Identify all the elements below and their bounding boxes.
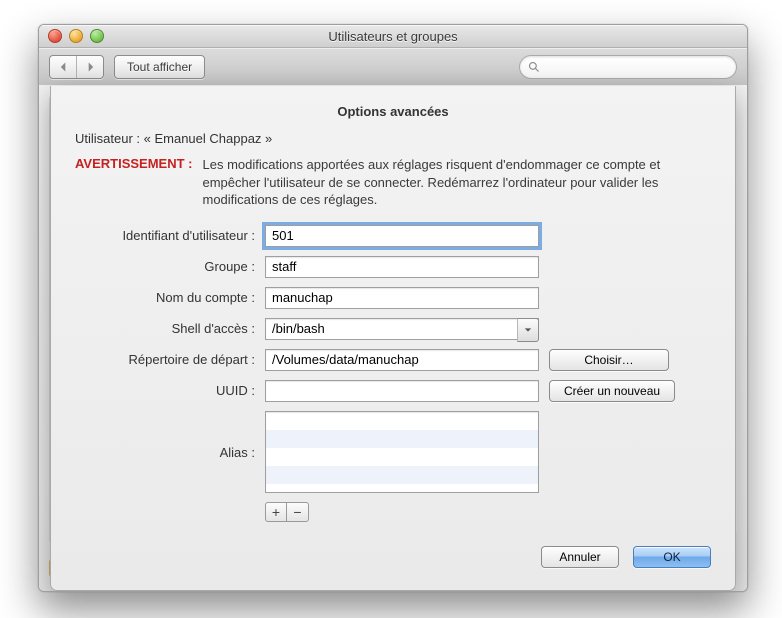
advanced-options-sheet: Options avancées Utilisateur : « Emanuel…	[50, 86, 736, 591]
search-input[interactable]	[544, 59, 728, 75]
create-new-button[interactable]: Créer un nouveau	[549, 380, 675, 402]
cancel-button[interactable]: Annuler	[541, 546, 619, 568]
traffic-lights	[39, 29, 104, 43]
user-id-label: Identifiant d'utilisateur :	[75, 228, 255, 243]
ok-button[interactable]: OK	[633, 546, 711, 568]
alias-list[interactable]	[265, 411, 539, 493]
window-title: Utilisateurs et groupes	[39, 29, 747, 44]
group-label: Groupe :	[75, 259, 255, 274]
user-id-field[interactable]	[265, 225, 539, 247]
titlebar: Utilisateurs et groupes	[39, 25, 747, 48]
zoom-icon[interactable]	[90, 29, 104, 43]
search-field[interactable]	[519, 55, 737, 79]
user-line: Utilisateur : « Emanuel Chappaz »	[75, 131, 711, 146]
login-shell-label: Shell d'accès :	[75, 321, 255, 336]
alias-add-button[interactable]: +	[265, 502, 287, 522]
alias-remove-button[interactable]: −	[287, 502, 309, 522]
forward-button[interactable]	[76, 56, 103, 78]
back-button[interactable]	[50, 56, 76, 78]
prefs-window: Utilisateurs et groupes Tout afficher Ut…	[38, 24, 748, 592]
search-icon	[528, 61, 540, 73]
warning-text: Les modifications apportées aux réglages…	[203, 156, 712, 209]
choose-button[interactable]: Choisir…	[549, 349, 669, 371]
uuid-field[interactable]	[265, 380, 539, 402]
sheet-footer: Annuler OK	[75, 546, 711, 568]
account-name-label: Nom du compte :	[75, 290, 255, 305]
show-all-button[interactable]: Tout afficher	[114, 55, 205, 79]
uuid-label: UUID :	[75, 383, 255, 398]
login-shell-field[interactable]	[265, 318, 539, 340]
nav-segmented	[49, 55, 104, 79]
minimize-icon[interactable]	[69, 29, 83, 43]
advanced-form: Identifiant d'utilisateur : Groupe : Nom…	[75, 225, 711, 522]
close-icon[interactable]	[48, 29, 62, 43]
account-name-field[interactable]	[265, 287, 539, 309]
toolbar: Tout afficher	[39, 48, 747, 87]
sheet-heading: Options avancées	[75, 104, 711, 119]
warning-label: AVERTISSEMENT :	[75, 156, 193, 209]
chevron-down-icon	[524, 326, 532, 334]
chevron-right-icon	[86, 62, 95, 72]
home-dir-label: Répertoire de départ :	[75, 352, 255, 367]
login-shell-dropdown[interactable]	[517, 318, 539, 342]
alias-label: Alias :	[75, 443, 255, 460]
chevron-left-icon	[59, 62, 68, 72]
group-field[interactable]	[265, 256, 539, 278]
home-dir-field[interactable]	[265, 349, 539, 371]
